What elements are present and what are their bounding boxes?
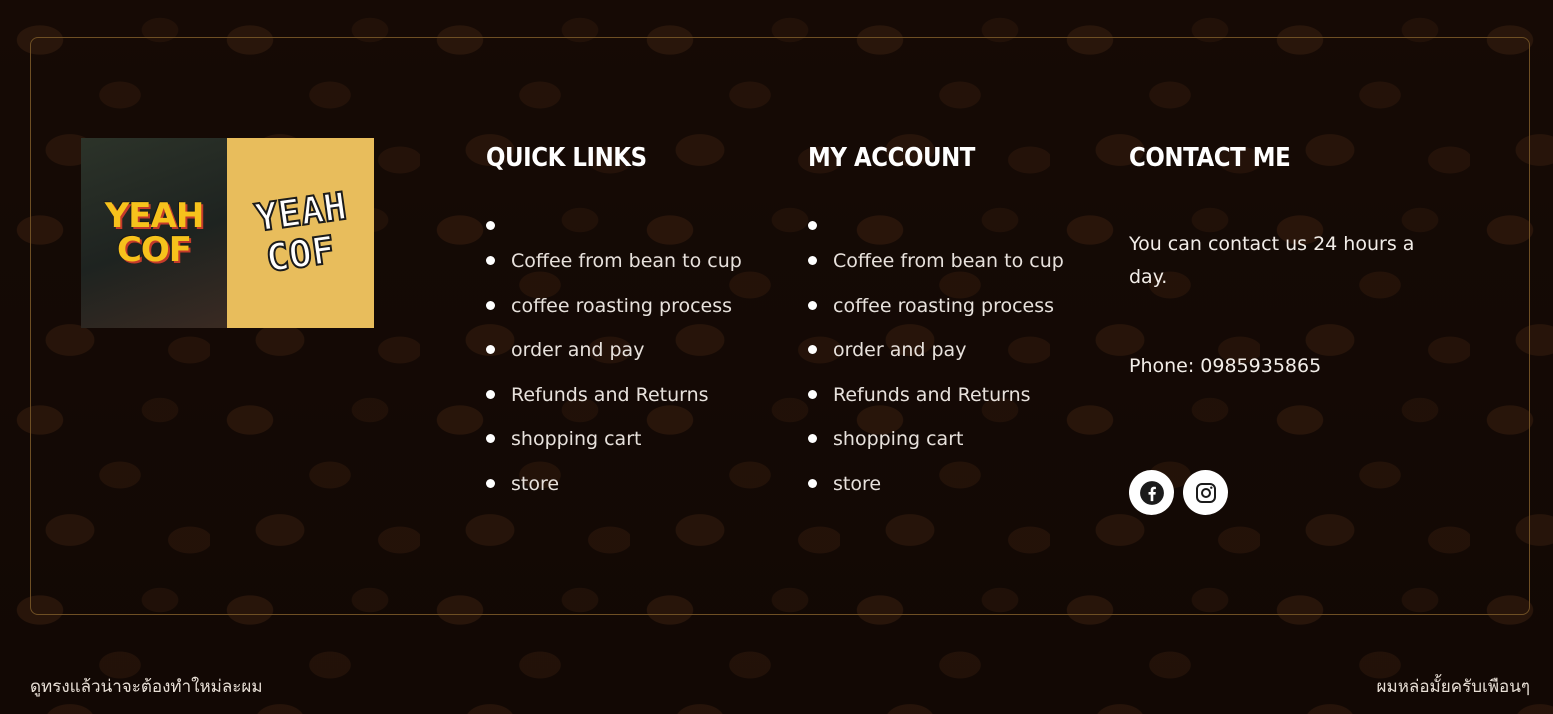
site-logo[interactable]: YEAH COF YEAH COF (81, 138, 374, 328)
quick-link-item[interactable]: coffee roasting process (486, 284, 742, 329)
contact-title: CONTACT ME (1129, 143, 1291, 173)
logo-graphic-panel: YEAH COF (227, 138, 374, 328)
logo-photo-panel: YEAH COF (81, 138, 227, 328)
bullet-icon (808, 220, 817, 230)
account-link[interactable]: shopping cart (833, 428, 963, 450)
footer-right-text: ผมหล่อมั้ยครับเพือนๆ (1376, 677, 1530, 697)
instagram-button[interactable] (1183, 470, 1228, 515)
quick-link[interactable]: store (511, 473, 559, 495)
quick-link-item[interactable]: Refunds and Returns (486, 373, 742, 418)
account-link[interactable]: Refunds and Returns (833, 384, 1031, 406)
quick-links-title: QUICK LINKS (486, 143, 647, 173)
my-account-column: MY ACCOUNT Coffee from bean to cup coffe… (808, 140, 1064, 506)
account-link-item[interactable]: Coffee from bean to cup (808, 239, 1064, 284)
account-link-item[interactable]: order and pay (808, 328, 1064, 373)
quick-link-item[interactable]: shopping cart (486, 417, 742, 462)
account-link-item[interactable]: shopping cart (808, 417, 1064, 462)
quick-link[interactable]: coffee roasting process (511, 295, 732, 317)
quick-link[interactable]: Coffee from bean to cup (511, 250, 742, 272)
bullet-icon (486, 478, 495, 488)
quick-link-item[interactable] (486, 218, 742, 233)
bullet-icon (808, 300, 817, 310)
logo-word-cof: COF (116, 230, 192, 270)
contact-column: CONTACT ME (1129, 140, 1312, 176)
account-link-item[interactable]: coffee roasting process (808, 284, 1064, 329)
bullet-icon (808, 345, 817, 355)
account-link-item[interactable]: Refunds and Returns (808, 373, 1064, 418)
quick-link-item[interactable]: order and pay (486, 328, 742, 373)
contact-phone: Phone: 0985935865 (1129, 355, 1322, 377)
quick-links-list: Coffee from bean to cup coffee roasting … (486, 218, 742, 506)
quick-link-item[interactable]: store (486, 462, 742, 507)
bullet-icon (808, 389, 817, 399)
bullet-icon (486, 434, 495, 444)
bullet-icon (808, 256, 817, 266)
bullet-icon (486, 256, 495, 266)
quick-link[interactable]: shopping cart (511, 428, 641, 450)
logo-word-cof-alt: COF (262, 226, 338, 281)
my-account-list: Coffee from bean to cup coffee roasting … (808, 218, 1064, 506)
bullet-icon (486, 220, 495, 230)
account-link-item[interactable] (808, 218, 1064, 233)
bullet-icon (486, 300, 495, 310)
facebook-button[interactable] (1129, 470, 1174, 515)
account-link-item[interactable]: store (808, 462, 1064, 507)
contact-description: You can contact us 24 hours a day. (1129, 233, 1415, 288)
account-link[interactable]: Coffee from bean to cup (833, 250, 1064, 272)
quick-links-column: QUICK LINKS Coffee from bean to cup coff… (486, 140, 742, 506)
bullet-icon (486, 345, 495, 355)
quick-link[interactable]: order and pay (511, 339, 644, 361)
account-link[interactable]: store (833, 473, 881, 495)
social-links (1129, 470, 1228, 515)
account-link[interactable]: order and pay (833, 339, 966, 361)
bullet-icon (808, 478, 817, 488)
account-link[interactable]: coffee roasting process (833, 295, 1054, 317)
instagram-icon (1195, 482, 1216, 503)
bullet-icon (808, 434, 817, 444)
bullet-icon (486, 389, 495, 399)
logo-word-yeah: YEAH (104, 196, 205, 236)
footer-left-text: ดูทรงแล้วน่าจะต้องทำใหม่ละผม (30, 677, 263, 697)
quick-link-item[interactable]: Coffee from bean to cup (486, 239, 742, 284)
my-account-title: MY ACCOUNT (808, 143, 975, 173)
quick-link[interactable]: Refunds and Returns (511, 384, 709, 406)
facebook-icon (1139, 480, 1164, 505)
